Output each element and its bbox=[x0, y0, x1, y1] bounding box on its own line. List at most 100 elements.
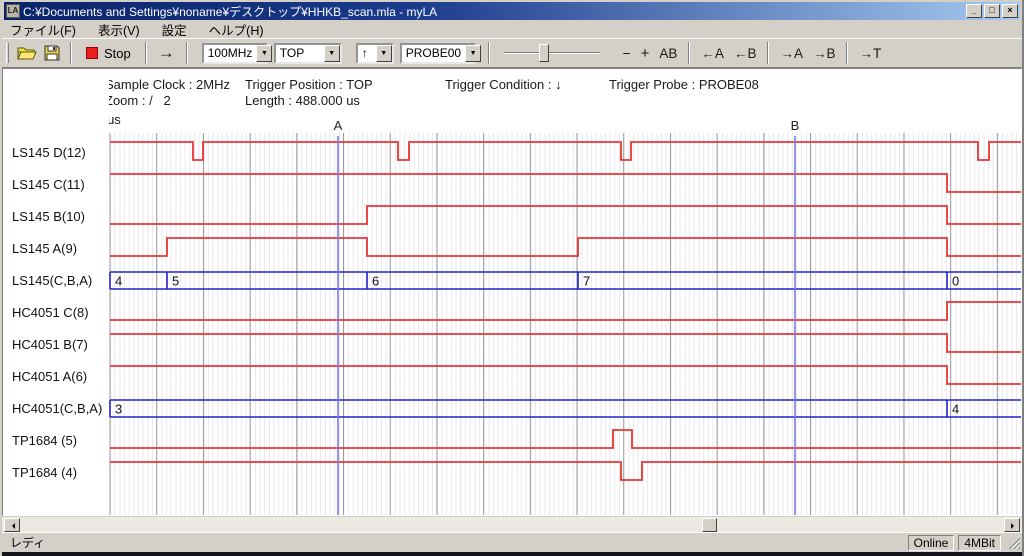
waveform-client-area: Sample Clock : 2MHz Trigger Position : T… bbox=[2, 68, 1022, 516]
close-button[interactable]: × bbox=[1002, 4, 1018, 18]
trigger-edge-select[interactable]: ↑ ▼ bbox=[356, 43, 394, 64]
channel-label[interactable]: HC4051 C(8) bbox=[12, 305, 89, 321]
waveform-plot[interactable]: 4567034AB bbox=[110, 133, 1021, 516]
trigger-probe-value: PROBE00 bbox=[402, 46, 465, 60]
signal-wave bbox=[110, 430, 1021, 448]
channel-label[interactable]: LS145 C(11) bbox=[12, 177, 85, 193]
zoom-slider-track[interactable] bbox=[504, 52, 600, 54]
minimize-button[interactable]: _ bbox=[966, 4, 982, 18]
signal-wave bbox=[110, 334, 1021, 352]
move-right-to-b-button[interactable]: →B bbox=[808, 46, 841, 61]
run-button[interactable]: → bbox=[153, 41, 180, 65]
titlebar: LA C:¥Documents and Settings¥noname¥デスクト… bbox=[2, 0, 1022, 20]
zoom-slider[interactable] bbox=[504, 43, 600, 63]
horizontal-scrollbar[interactable] bbox=[2, 516, 1022, 532]
menubar: ファイル(F) 表示(V) 設定 ヘルプ(H) bbox=[2, 20, 1022, 38]
marker-label-a[interactable]: A bbox=[334, 118, 343, 133]
signal-wave bbox=[110, 462, 1021, 480]
move-left-to-a-button[interactable]: ←A bbox=[696, 46, 729, 61]
toolbar-separator bbox=[767, 42, 769, 64]
channel-labels-column: LS145 D(12) LS145 C(11) LS145 B(10) LS145 A… bbox=[3, 69, 109, 515]
dropdown-arrow-icon[interactable]: ▼ bbox=[324, 45, 340, 62]
stop-button[interactable]: Stop bbox=[78, 41, 139, 65]
signal-wave bbox=[110, 206, 1021, 224]
channel-label[interactable]: TP1684 (5) bbox=[12, 433, 77, 449]
scroll-left-arrow[interactable] bbox=[4, 518, 20, 532]
zoom-in-button[interactable]: + bbox=[636, 45, 655, 62]
menu-file[interactable]: ファイル(F) bbox=[10, 20, 76, 39]
zoom-info: Zoom : / 2 bbox=[105, 93, 171, 108]
channel-label[interactable]: HC4051 A(6) bbox=[12, 369, 87, 385]
status-memory-badge: 4MBit bbox=[958, 535, 1001, 551]
scrollbar-thumb[interactable] bbox=[702, 518, 717, 532]
toolbar-separator bbox=[70, 42, 72, 64]
stop-icon bbox=[86, 47, 98, 59]
toolbar-separator bbox=[488, 42, 490, 64]
channel-label[interactable]: LS145 A(9) bbox=[12, 241, 77, 257]
dropdown-arrow-icon[interactable]: ▼ bbox=[256, 45, 272, 62]
signal-wave bbox=[110, 174, 1021, 192]
save-file-button[interactable] bbox=[40, 41, 64, 65]
status-online-badge: Online bbox=[908, 535, 955, 551]
dropdown-arrow-icon[interactable]: ▼ bbox=[376, 45, 392, 62]
move-right-to-a-button[interactable]: →A bbox=[775, 46, 808, 61]
screen-edge bbox=[2, 552, 1022, 556]
resize-grip-icon[interactable] bbox=[1007, 536, 1020, 549]
ab-button[interactable]: AB bbox=[654, 46, 682, 61]
zoom-out-button[interactable]: − bbox=[618, 46, 636, 61]
channel-label[interactable]: HC4051(C,B,A) bbox=[12, 401, 102, 417]
save-floppy-icon bbox=[44, 45, 60, 61]
trigger-position-info: Trigger Position : TOP bbox=[245, 77, 373, 92]
bus-value-label: 4 bbox=[115, 274, 122, 289]
toolbar: Stop → 100MHz ▼ TOP ▼ ↑ ▼ PROBE00 ▼ − + … bbox=[2, 38, 1022, 68]
open-folder-icon bbox=[17, 45, 37, 61]
trigger-edge-value: ↑ bbox=[358, 46, 376, 60]
channel-label[interactable]: LS145 B(10) bbox=[12, 209, 85, 225]
move-left-to-b-button[interactable]: ←B bbox=[729, 46, 762, 61]
trigger-probe-select[interactable]: PROBE00 ▼ bbox=[400, 43, 476, 64]
toolbar-separator bbox=[846, 42, 848, 64]
menu-help[interactable]: ヘルプ(H) bbox=[209, 20, 264, 39]
app-icon: LA bbox=[6, 4, 20, 18]
bus-value-label: 7 bbox=[583, 274, 590, 289]
sample-clock-value: 100MHz bbox=[204, 46, 257, 60]
statusbar: レディ Online 4MBit bbox=[2, 532, 1022, 552]
scroll-right-arrow[interactable] bbox=[1004, 518, 1020, 532]
channel-label[interactable]: LS145(C,B,A) bbox=[12, 273, 92, 289]
signal-wave bbox=[110, 302, 1021, 320]
sample-clock-info: Sample Clock : 2MHz bbox=[105, 77, 230, 92]
length-info: Length : 488.000 us bbox=[245, 93, 360, 108]
stop-label: Stop bbox=[104, 46, 131, 61]
menu-view[interactable]: 表示(V) bbox=[98, 20, 140, 39]
open-file-button[interactable] bbox=[14, 41, 40, 65]
bus-value-label: 6 bbox=[372, 274, 379, 289]
status-ready-text: レディ bbox=[4, 534, 904, 551]
channel-label[interactable]: TP1684 (4) bbox=[12, 465, 77, 481]
zoom-slider-thumb[interactable] bbox=[539, 44, 549, 62]
marker-label-b[interactable]: B bbox=[791, 118, 800, 133]
bus-value-label: 0 bbox=[952, 274, 959, 289]
toolbar-separator bbox=[145, 42, 147, 64]
signal-wave bbox=[110, 142, 1021, 160]
window-title: C:¥Documents and Settings¥noname¥デスクトップ¥… bbox=[23, 3, 964, 20]
trigger-condition-info: Trigger Condition : ↓ bbox=[445, 77, 562, 92]
trigger-probe-info: Trigger Probe : PROBE08 bbox=[609, 77, 759, 92]
bus-value-label: 5 bbox=[172, 274, 179, 289]
sample-clock-select[interactable]: 100MHz ▼ bbox=[202, 43, 268, 64]
signal-wave bbox=[110, 366, 1021, 384]
signal-wave bbox=[110, 238, 1021, 256]
channel-label[interactable]: LS145 D(12) bbox=[12, 145, 86, 161]
channel-label[interactable]: HC4051 B(7) bbox=[12, 337, 88, 353]
toolbar-grip[interactable] bbox=[6, 43, 9, 63]
maximize-button[interactable]: □ bbox=[984, 4, 1000, 18]
dropdown-arrow-icon[interactable]: ▼ bbox=[465, 45, 481, 62]
trigger-position-select[interactable]: TOP ▼ bbox=[274, 43, 342, 64]
goto-trigger-button[interactable]: →T bbox=[854, 46, 886, 61]
trigger-position-value: TOP bbox=[276, 46, 324, 60]
waveform-canvas[interactable]: 4567034AB bbox=[110, 133, 1021, 516]
app-window: LA C:¥Documents and Settings¥noname¥デスクト… bbox=[0, 0, 1024, 556]
bus-value-label: 3 bbox=[115, 402, 122, 417]
menu-settings[interactable]: 設定 bbox=[162, 20, 187, 39]
toolbar-separator bbox=[688, 42, 690, 64]
bus-value-label: 4 bbox=[952, 402, 959, 417]
